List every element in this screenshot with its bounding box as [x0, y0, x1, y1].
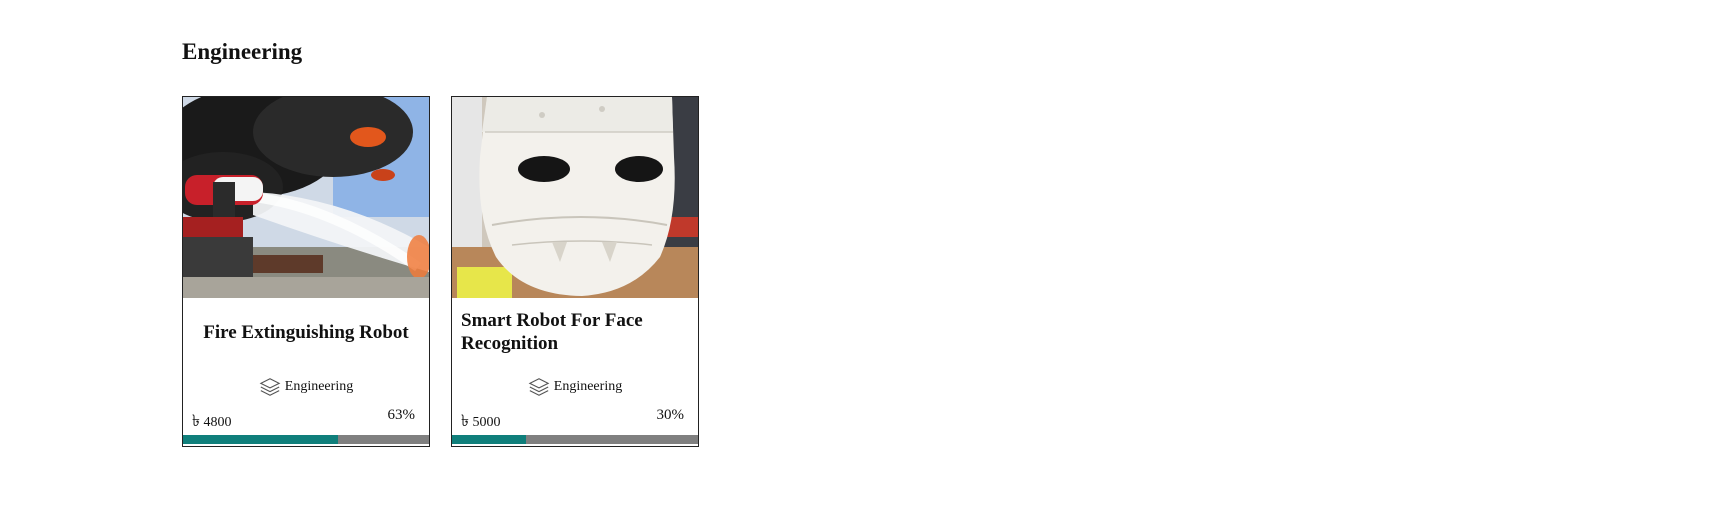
project-card[interactable]: Smart Robot For Face Recognition Enginee…	[451, 96, 699, 447]
amount-value: 5000	[472, 415, 501, 430]
section-title: Engineering	[182, 39, 303, 64]
progress-bar	[452, 435, 698, 444]
project-card[interactable]: Fire Extinguishing Robot Engineering ৳ 4…	[182, 96, 430, 447]
layers-icon	[528, 378, 550, 396]
engineering-section: Engineering	[182, 34, 302, 70]
card-image[interactable]	[452, 97, 698, 298]
card-image[interactable]	[183, 97, 429, 298]
progress-percent: 63%	[387, 407, 416, 423]
taka-icon: ৳	[192, 413, 200, 430]
progress-fill	[452, 435, 526, 444]
progress-bar	[183, 435, 429, 444]
progress-percent: 30%	[656, 407, 685, 423]
taka-icon: ৳	[461, 413, 469, 430]
layers-icon	[259, 378, 281, 396]
category-label: Engineering	[553, 379, 623, 394]
robot-face-image	[452, 97, 698, 298]
amount-value: 4800	[203, 415, 232, 430]
category-label: Engineering	[284, 379, 354, 394]
fire-robot-image	[183, 97, 429, 298]
card-category: Engineering	[452, 376, 698, 398]
card-amount: ৳ 4800	[192, 408, 231, 435]
card-title[interactable]: Smart Robot For Face Recognition	[461, 309, 689, 355]
progress-fill	[183, 435, 338, 444]
card-category: Engineering	[183, 376, 429, 398]
card-amount: ৳ 5000	[461, 408, 500, 435]
card-title[interactable]: Fire Extinguishing Robot	[192, 321, 420, 344]
